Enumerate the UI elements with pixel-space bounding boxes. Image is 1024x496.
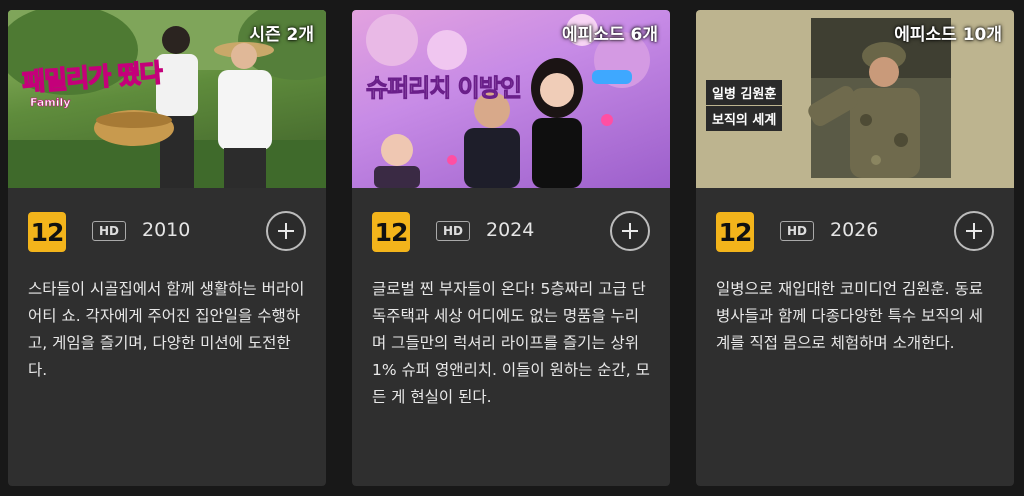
release-year: 2026 <box>830 219 879 241</box>
plus-icon <box>622 223 638 239</box>
meta-row: 12 HD 2024 <box>372 210 650 256</box>
hd-badge: HD <box>780 221 815 241</box>
thumbnail-image[interactable]: 일병 김원훈 보직의 세계 에피소드 10개 <box>696 10 1014 188</box>
synopsis: 일병으로 재입대한 코미디언 김원훈. 동료 병사들과 함께 다종다양한 특수 … <box>716 280 984 352</box>
title-card[interactable]: 패밀리가 떴다 Family 시즌 2개 12 HD 2010 스타들이 시골집… <box>8 10 326 486</box>
show-logo-line1: 일병 김원훈 <box>706 80 783 105</box>
release-year: 2010 <box>142 219 191 241</box>
plus-icon <box>278 223 294 239</box>
show-logo: 슈퍼리치 이방인 <box>366 74 523 103</box>
age-rating-badge: 12 <box>28 212 66 252</box>
hd-badge: HD <box>92 221 127 241</box>
plus-icon <box>966 223 982 239</box>
episode-count-badge: 시즌 2개 <box>249 25 314 45</box>
thumbnail-image[interactable]: 슈퍼리치 이방인 에피소드 6개 <box>352 10 670 188</box>
title-card[interactable]: 일병 김원훈 보직의 세계 에피소드 10개 12 HD 2026 일병으로 재… <box>696 10 1014 486</box>
meta-row: 12 HD 2026 <box>716 210 994 256</box>
add-to-list-button[interactable] <box>266 211 306 251</box>
meta-row: 12 HD 2010 <box>28 210 306 256</box>
add-to-list-button[interactable] <box>610 211 650 251</box>
release-year: 2024 <box>486 219 535 241</box>
show-logo-line2: 보직의 세계 <box>706 106 783 131</box>
show-logo-sub: Family <box>30 96 71 110</box>
synopsis: 스타들이 시골집에서 함께 생활하는 버라이어티 쇼. 각자에게 주어진 집안일… <box>28 280 305 379</box>
add-to-list-button[interactable] <box>954 211 994 251</box>
age-rating-badge: 12 <box>372 212 410 252</box>
episode-count-badge: 에피소드 10개 <box>894 25 1002 45</box>
synopsis: 글로벌 찐 부자들이 온다! 5층짜리 고급 단독주택과 세상 어디에도 없는 … <box>372 280 650 406</box>
episode-count-badge: 에피소드 6개 <box>562 25 658 45</box>
age-rating-badge: 12 <box>716 212 754 252</box>
title-card[interactable]: 슈퍼리치 이방인 에피소드 6개 12 HD 2024 글로벌 찐 부자들이 온… <box>352 10 670 486</box>
hd-badge: HD <box>436 221 471 241</box>
thumbnail-image[interactable]: 패밀리가 떴다 Family 시즌 2개 <box>8 10 326 188</box>
